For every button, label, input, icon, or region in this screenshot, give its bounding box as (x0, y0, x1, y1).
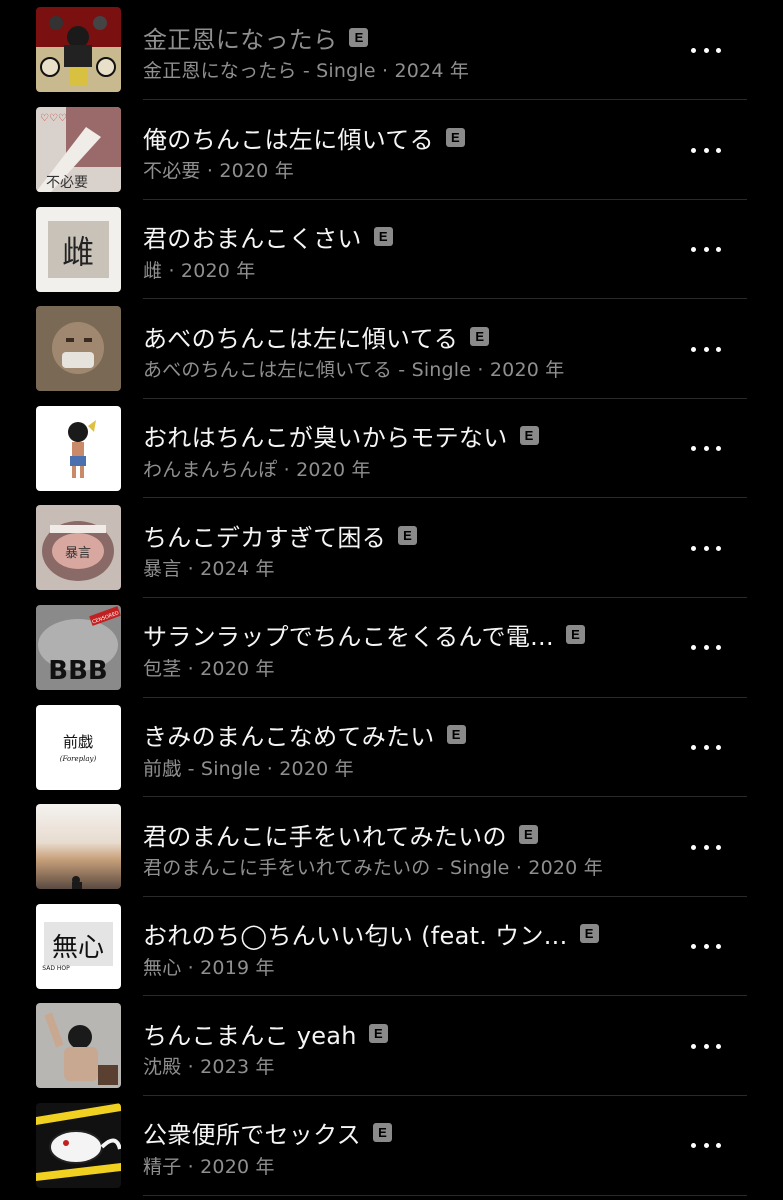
explicit-badge: E (368, 1023, 388, 1043)
album-art (36, 7, 121, 92)
more-options-icon[interactable] (691, 139, 721, 161)
more-options-icon[interactable] (691, 936, 721, 958)
song-title: サランラップでちんこをくるんで電... (143, 623, 554, 652)
chinden-art (36, 1003, 121, 1089)
song-title: おれのち◯ちんいい匂い (feat. ウン... (143, 922, 568, 951)
song-title: あべのちんこは左に傾いてる (143, 324, 459, 353)
houkei-art: BBB CENSORED (36, 604, 121, 690)
art-label: 暴言 (65, 546, 91, 561)
song-subtitle: 不必要 · 2020 年 (143, 160, 294, 182)
sunset-art (36, 804, 121, 890)
song-subtitle: 無心 · 2019 年 (143, 956, 275, 979)
song-row[interactable]: BBB CENSORED サランラップでちんこをくるんで電... E 包茎 · … (0, 598, 783, 698)
explicit-badge: E (398, 525, 417, 545)
svg-text:♡♡♡: ♡♡♡ (40, 113, 67, 124)
more-options-icon[interactable] (691, 537, 721, 559)
song-subtitle: 金正恩になったら - Single · 2024 年 (143, 60, 470, 82)
more-options-icon[interactable] (691, 836, 721, 858)
art-label: 無心 (52, 933, 104, 963)
song-list: 金正恩になったら E 金正恩になったら - Single · 2024 年 ♡♡… (0, 0, 783, 1196)
song-subtitle: 君のまんこに手をいれてみたいの - Single · 2020 年 (143, 857, 603, 880)
album-art (36, 1102, 121, 1188)
song-row[interactable]: 公衆便所でセックス E 精子 · 2020 年 (0, 1096, 783, 1196)
song-title: おれはちんこが臭いからモテない (143, 424, 508, 453)
song-row[interactable]: 前戯 (Foreplay) きみのまんこなめてみたい E 前戯 - Single… (0, 698, 783, 798)
more-options-icon[interactable] (691, 239, 721, 261)
mushin-art: 無心 SAD HOP (36, 903, 121, 989)
art-sublabel: (Foreplay) (60, 755, 97, 763)
art-label: 前戯 (63, 733, 93, 751)
song-row[interactable]: 無心 SAD HOP おれのち◯ちんいい匂い (feat. ウン... E 無心… (0, 897, 783, 997)
explicit-badge: E (445, 127, 465, 147)
more-options-icon[interactable] (691, 338, 721, 360)
album-art: 雌 (36, 206, 121, 292)
art-sublabel: SAD HOP (42, 965, 70, 972)
explicit-badge: E (349, 27, 369, 47)
song-subtitle: 暴言 · 2024 年 (143, 558, 275, 581)
song-subtitle: 前戯 - Single · 2020 年 (143, 757, 354, 780)
song-row[interactable]: ♡♡♡ 不必要 俺のちんこは左に傾いてる E 不必要 · 2020 年 (0, 100, 783, 200)
album-art: ♡♡♡ 不必要 (36, 107, 121, 192)
song-row[interactable]: 金正恩になったら E 金正恩になったら - Single · 2024 年 (0, 0, 783, 100)
song-subtitle: 沈殿 · 2023 年 (143, 1056, 275, 1079)
explicit-badge: E (519, 426, 539, 446)
song-title: 金正恩になったら (143, 25, 338, 54)
song-title: ちんこまんこ yeah (143, 1021, 357, 1050)
explicit-badge: E (518, 824, 538, 844)
song-row[interactable]: あべのちんこは左に傾いてる E あべのちんこは左に傾いてる - Single ·… (0, 299, 783, 399)
explicit-badge: E (579, 924, 599, 944)
art-label: 雌 (62, 233, 94, 271)
song-title: 君のまんこに手をいれてみたいの (143, 822, 507, 851)
explicit-badge: E (470, 326, 490, 346)
explicit-badge: E (446, 725, 466, 745)
album-art (36, 804, 121, 890)
song-title: きみのまんこなめてみたい (143, 723, 435, 752)
more-options-icon[interactable] (691, 438, 721, 460)
album-art: 暴言 (36, 505, 121, 591)
album-art: 無心 SAD HOP (36, 903, 121, 989)
song-subtitle: あべのちんこは左に傾いてる - Single · 2020 年 (143, 359, 565, 382)
explicit-badge: E (373, 227, 393, 247)
art-label: BBB (48, 656, 107, 686)
more-options-icon[interactable] (691, 39, 721, 61)
album-art (36, 306, 121, 392)
album-art: 前戯 (Foreplay) (36, 704, 121, 790)
song-row[interactable]: ちんこまんこ yeah E 沈殿 · 2023 年 (0, 996, 783, 1096)
song-row[interactable]: 暴言 ちんこデカすぎて困る E 暴言 · 2024 年 (0, 498, 783, 598)
album-art: BBB CENSORED (36, 604, 121, 690)
song-title: 公衆便所でセックス (143, 1121, 361, 1150)
album-art (36, 405, 121, 491)
kim-jong-un-art (36, 7, 121, 92)
explicit-badge: E (372, 1123, 392, 1143)
zengi-art: 前戯 (Foreplay) (36, 704, 121, 790)
bougen-art: 暴言 (36, 505, 121, 591)
seishi-art (36, 1102, 121, 1188)
song-row[interactable]: 雌 君のおまんこくさい E 雌 · 2020 年 (0, 200, 783, 300)
song-row[interactable]: 君のまんこに手をいれてみたいの E 君のまんこに手をいれてみたいの - Sing… (0, 797, 783, 897)
album-art (36, 1003, 121, 1089)
more-options-icon[interactable] (691, 737, 721, 759)
song-title: ちんこデカすぎて困る (143, 523, 386, 552)
song-subtitle: 雌 · 2020 年 (143, 259, 256, 282)
wanman-art (36, 405, 121, 491)
more-options-icon[interactable] (691, 1035, 721, 1057)
more-options-icon[interactable] (691, 637, 721, 659)
song-subtitle: わんまんちんぽ · 2020 年 (143, 458, 371, 481)
mesu-art: 雌 (36, 206, 121, 292)
song-subtitle: 包茎 · 2020 年 (143, 657, 275, 680)
song-title: 君のおまんこくさい (143, 225, 362, 254)
fuhitsuyou-art: ♡♡♡ 不必要 (36, 107, 121, 192)
art-label: 不必要 (46, 175, 88, 191)
abe-art (36, 306, 121, 392)
more-options-icon[interactable] (691, 1135, 721, 1157)
song-title: 俺のちんこは左に傾いてる (143, 125, 434, 154)
explicit-badge: E (565, 625, 585, 645)
song-subtitle: 精子 · 2020 年 (143, 1155, 275, 1178)
song-row[interactable]: おれはちんこが臭いからモテない E わんまんちんぽ · 2020 年 (0, 399, 783, 499)
